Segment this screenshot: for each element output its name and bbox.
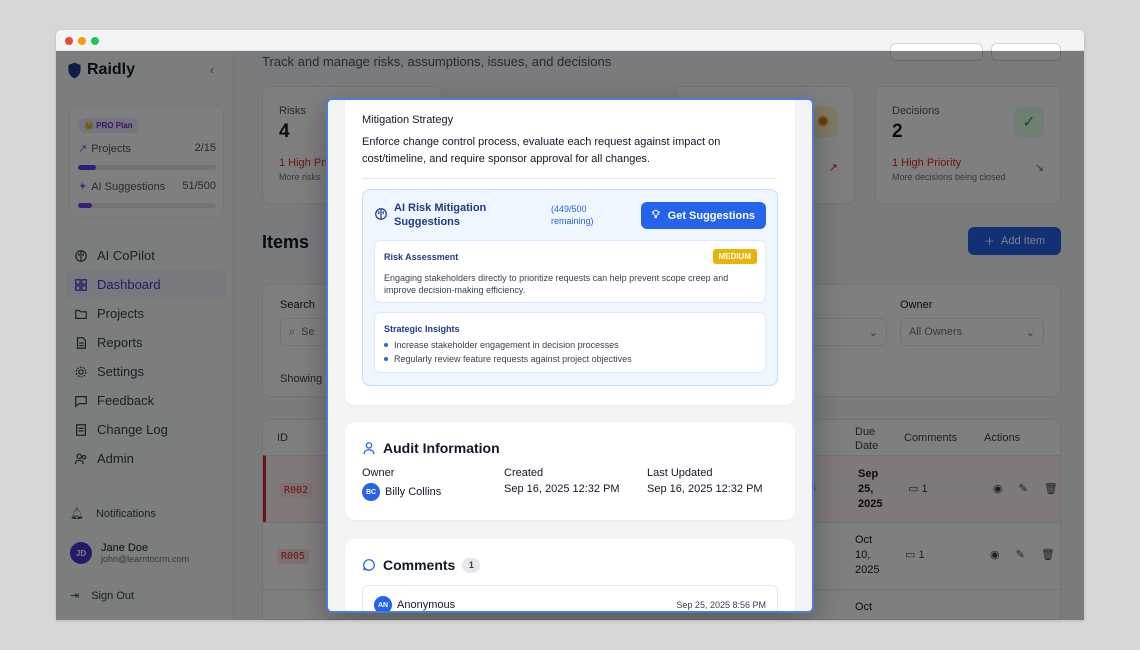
get-suggestions-button[interactable]: 💡︎ Get Suggestions xyxy=(641,202,766,229)
mitigation-card: Mitigation Strategy Enforce change contr… xyxy=(345,100,795,405)
insight-item: Regularly review feature requests agains… xyxy=(384,354,632,364)
item-detail-modal: Mitigation Strategy Enforce change contr… xyxy=(326,98,814,613)
brain-icon xyxy=(375,208,387,220)
risk-assessment-text: Engaging stakeholders directly to priori… xyxy=(384,273,729,295)
browser-window: Raidly ‹ 👑 PRO Plan ↗Projects 2/15 ✦AI S… xyxy=(56,30,1084,620)
minimize-window-dot[interactable] xyxy=(78,37,86,45)
risk-assessment-card: Risk Assessment MEDIUM Engaging stakehol… xyxy=(374,240,766,303)
comment-count-badge: 1 xyxy=(462,557,481,573)
strategic-insights-card: Strategic Insights Increase stakeholder … xyxy=(374,312,766,373)
comment-date: Sep 25, 2025 8:56 PM xyxy=(676,600,766,610)
lightbulb-icon: 💡︎ xyxy=(651,209,660,221)
mitigation-text: Enforce change control process, evaluate… xyxy=(362,136,721,165)
audit-last-updated: Last Updated Sep 16, 2025 12:32 PM xyxy=(647,467,763,495)
ai-suggestions-panel: AI Risk Mitigation Suggestions (449/500 … xyxy=(362,189,778,386)
insight-item: Increase stakeholder engagement in decis… xyxy=(384,340,619,350)
severity-badge: MEDIUM xyxy=(712,249,757,264)
mitigation-title: Mitigation Strategy xyxy=(362,114,454,126)
comment-author: Anonymous xyxy=(397,599,456,611)
strategic-insights-title: Strategic Insights xyxy=(384,324,460,334)
audit-title: Audit Information xyxy=(362,440,500,456)
audit-created: Created Sep 16, 2025 12:32 PM xyxy=(504,467,620,495)
avatar: AN xyxy=(374,596,392,611)
close-window-dot[interactable] xyxy=(65,37,73,45)
avatar: BC xyxy=(362,483,380,501)
comment-item: AN Anonymous Sep 25, 2025 8:56 PM xyxy=(362,585,778,611)
chat-icon xyxy=(363,559,375,571)
user-icon xyxy=(363,442,375,455)
audit-card: Audit Information Owner BC Billy Collins … xyxy=(345,422,795,520)
risk-assessment-title: Risk Assessment xyxy=(384,252,459,262)
maximize-window-dot[interactable] xyxy=(91,37,99,45)
comments-title: Comments 1 xyxy=(362,557,481,573)
ai-remaining-count: (449/500 remaining) xyxy=(551,204,594,226)
owner-name: Billy Collins xyxy=(385,485,442,498)
ai-suggestions-title: AI Risk Mitigation Suggestions xyxy=(394,202,487,228)
comments-card: Comments 1 AN Anonymous Sep 25, 2025 8:5… xyxy=(345,539,795,611)
app-root: Raidly ‹ 👑 PRO Plan ↗Projects 2/15 ✦AI S… xyxy=(56,43,1084,620)
audit-owner: Owner BC Billy Collins xyxy=(362,467,441,501)
divider xyxy=(362,178,776,179)
